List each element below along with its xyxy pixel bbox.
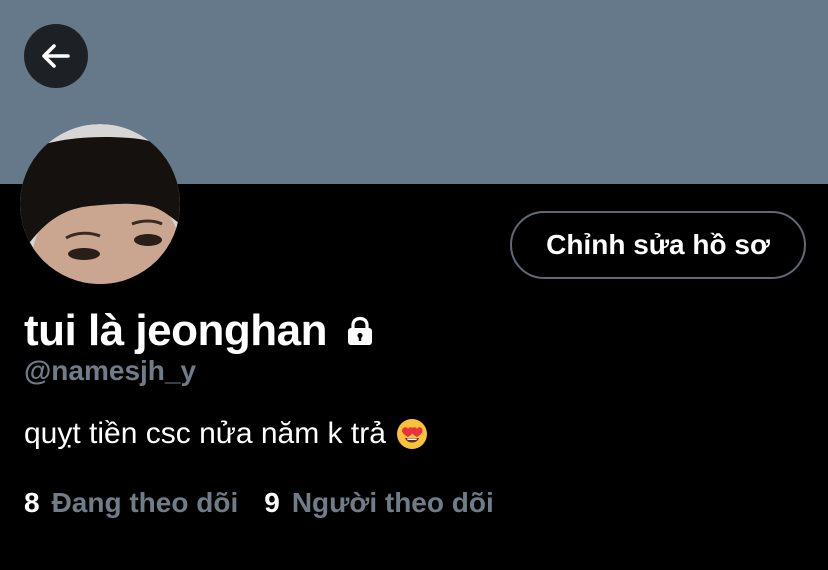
lock-icon xyxy=(345,316,375,346)
heart-eyes-emoji-icon xyxy=(396,418,428,450)
avatar[interactable] xyxy=(20,124,180,284)
profile-bio: quỵt tiền csc nửa năm k trả xyxy=(24,417,428,451)
following-link[interactable]: 8 Đang theo dõi xyxy=(24,487,238,519)
following-label: Đang theo dõi xyxy=(51,487,239,518)
display-name: tui là jeonghan xyxy=(24,306,327,355)
followers-label: Người theo dõi xyxy=(291,487,494,518)
followers-count: 9 xyxy=(264,487,280,518)
follow-stats: 8 Đang theo dõi 9 Người theo dõi xyxy=(24,487,494,519)
back-button[interactable] xyxy=(24,24,88,88)
followers-link[interactable]: 9 Người theo dõi xyxy=(264,487,494,519)
following-count: 8 xyxy=(24,487,40,518)
arrow-left-icon xyxy=(38,38,74,74)
edit-profile-button[interactable]: Chỉnh sửa hồ sơ xyxy=(510,211,806,279)
user-handle: @namesjh_y xyxy=(24,355,197,386)
name-row: tui là jeonghan xyxy=(24,303,375,359)
bio-text: quỵt tiền csc nửa năm k trả xyxy=(24,417,386,450)
